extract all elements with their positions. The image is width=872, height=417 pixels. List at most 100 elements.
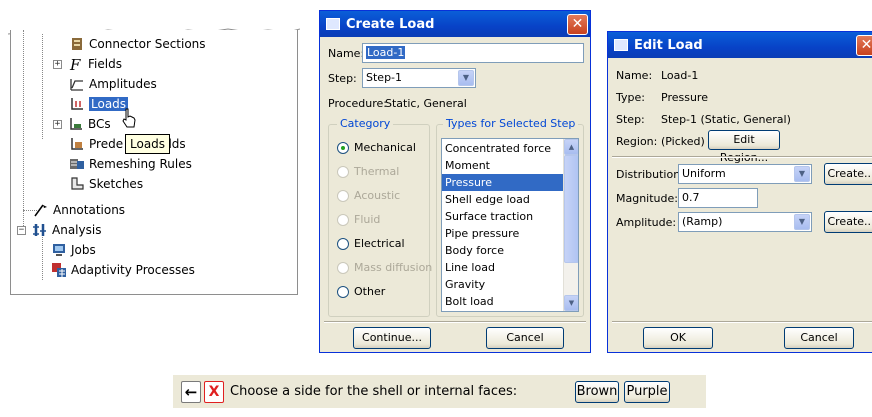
tree-item-remeshing-rules[interactable]: Remeshing Rules xyxy=(69,154,192,174)
step-value: Step-1 (Static, General) xyxy=(661,113,791,126)
tree-item-label: Annotations xyxy=(53,203,126,217)
close-icon[interactable]: ✕ xyxy=(856,35,872,56)
tree-item-label: Connector Sections xyxy=(89,37,206,51)
radio-mass-diffusion: Mass diffusion xyxy=(337,261,432,274)
radio-label: Mass diffusion xyxy=(354,261,433,274)
radio-mechanical[interactable]: Mechanical xyxy=(337,141,416,154)
hand-cursor-icon xyxy=(122,108,136,128)
list-item[interactable]: Pressure xyxy=(442,174,563,191)
edit-load-dialog: Edit Load ✕ Name: Load-1 Type: Pressure … xyxy=(607,31,872,353)
list-item[interactable]: Moment xyxy=(442,157,563,174)
ok-button[interactable]: OK xyxy=(643,327,713,349)
distribution-select[interactable]: Uniform ▼ xyxy=(678,164,812,184)
expand-icon[interactable]: + xyxy=(53,119,62,129)
purple-button[interactable]: Purple xyxy=(624,381,670,403)
scroll-down-icon[interactable]: ▼ xyxy=(564,295,578,311)
radio-label: Fluid xyxy=(354,213,381,226)
collapse-icon[interactable]: − xyxy=(17,225,26,235)
tree-item-fields[interactable]: + F Fields xyxy=(53,54,122,74)
list-item[interactable]: Gravity xyxy=(442,276,563,293)
list-item[interactable]: Concentrated force xyxy=(442,140,563,157)
step-label: Step: xyxy=(616,113,645,126)
tree-item-label: Amplitudes xyxy=(89,77,157,91)
radio-fluid: Fluid xyxy=(337,213,380,226)
magnitude-value: 0.7 xyxy=(682,191,700,204)
tree-item-sketches[interactable]: Sketches xyxy=(69,174,143,194)
tree-item-adaptivity-processes[interactable]: Adaptivity Processes xyxy=(51,260,195,280)
load-icon xyxy=(71,98,83,110)
magnitude-input[interactable]: 0.7 xyxy=(678,188,758,208)
tree-connector xyxy=(42,34,43,139)
cancel-button[interactable]: Cancel xyxy=(486,327,564,349)
step-select[interactable]: Step-1 ▼ xyxy=(362,68,476,88)
tree-item-jobs[interactable]: Jobs xyxy=(51,240,96,260)
list-item[interactable]: Line load xyxy=(442,259,563,276)
prompt-text: Choose a side for the shell or internal … xyxy=(230,384,518,399)
magnitude-label: Magnitude: xyxy=(616,192,678,205)
list-item[interactable]: Pipe pressure xyxy=(442,225,563,242)
tree-item-label: Jobs xyxy=(71,243,96,257)
chevron-down-icon[interactable]: ▼ xyxy=(794,166,810,182)
window-icon xyxy=(326,18,340,30)
bc-icon xyxy=(70,118,82,130)
name-value: Load-1 xyxy=(366,46,406,59)
back-arrow-icon[interactable]: ← xyxy=(181,381,201,403)
chevron-down-icon[interactable]: ▼ xyxy=(458,70,474,86)
cancel-procedure-icon[interactable]: X xyxy=(204,381,224,403)
tree-item-label: Sketches xyxy=(89,177,144,191)
tree-item-label: Adaptivity Processes xyxy=(71,263,195,277)
type-label: Type: xyxy=(616,91,645,104)
step-label: Step: xyxy=(328,72,357,85)
list-item[interactable]: Surface traction xyxy=(442,208,563,225)
amplitude-select[interactable]: (Ramp) ▼ xyxy=(678,212,812,232)
radio-label: Acoustic xyxy=(354,189,401,202)
analysis-icon xyxy=(33,224,46,236)
tree-item-connector-sections[interactable]: Connector Sections xyxy=(69,34,206,54)
continue-button[interactable]: Continue... xyxy=(353,327,431,349)
tree-item-bcs[interactable]: + BCs xyxy=(53,114,111,134)
tree-item-analysis[interactable]: − Analysis xyxy=(17,220,101,240)
dialog-title: Create Load xyxy=(346,16,435,32)
tree-item-loads[interactable]: Loads xyxy=(69,94,129,114)
create-load-dialog: Create Load ✕ Name: Load-1 Step: Step-1 … xyxy=(319,10,591,353)
close-icon[interactable]: ✕ xyxy=(567,14,588,35)
radio-icon xyxy=(337,141,349,154)
types-group: Types for Selected Step Concentrated for… xyxy=(436,117,584,317)
create-amplitude-button[interactable]: Create... xyxy=(824,211,872,233)
dialog-title: Edit Load xyxy=(634,37,703,53)
type-value: Pressure xyxy=(661,91,708,104)
chevron-down-icon[interactable]: ▼ xyxy=(794,214,810,230)
radio-icon xyxy=(337,189,349,202)
tree-item-amplitudes[interactable]: Amplitudes xyxy=(69,74,157,94)
scroll-thumb[interactable] xyxy=(564,155,578,263)
types-listbox[interactable]: Concentrated force Moment Pressure Shell… xyxy=(441,138,579,312)
tree-item-label: Remeshing Rules xyxy=(89,157,192,171)
create-distribution-button[interactable]: Create... xyxy=(824,163,872,185)
list-item[interactable]: Bolt load xyxy=(442,293,563,310)
amplitude-icon xyxy=(70,79,83,91)
field-icon: F xyxy=(69,56,81,72)
brown-button[interactable]: Brown xyxy=(575,381,619,403)
scroll-up-icon[interactable]: ▲ xyxy=(564,139,578,155)
category-title: Category xyxy=(337,117,394,130)
radio-electrical[interactable]: Electrical xyxy=(337,237,405,250)
radio-icon xyxy=(337,213,349,226)
distribution-value: Uniform xyxy=(682,167,726,180)
list-item[interactable]: Body force xyxy=(442,242,563,259)
amplitude-value: (Ramp) xyxy=(682,215,723,228)
expand-icon[interactable]: + xyxy=(53,59,62,69)
radio-other[interactable]: Other xyxy=(337,285,385,298)
edit-region-button[interactable]: Edit Region... xyxy=(708,130,780,164)
name-label: Name: xyxy=(328,47,365,60)
loads-tooltip: Loads xyxy=(125,134,171,154)
name-input[interactable]: Load-1 xyxy=(362,43,584,63)
create-load-titlebar[interactable]: Create Load xyxy=(320,11,590,37)
prompt-bar: ← X Choose a side for the shell or inter… xyxy=(173,374,706,408)
tree-item-annotations[interactable]: Annotations xyxy=(33,200,125,220)
types-scrollbar[interactable]: ▲ ▼ xyxy=(563,139,578,311)
radio-icon xyxy=(337,285,349,298)
list-item[interactable]: Shell edge load xyxy=(442,191,563,208)
window-icon xyxy=(614,39,628,51)
cancel-button[interactable]: Cancel xyxy=(784,327,854,349)
edit-load-titlebar[interactable]: Edit Load xyxy=(608,32,872,58)
